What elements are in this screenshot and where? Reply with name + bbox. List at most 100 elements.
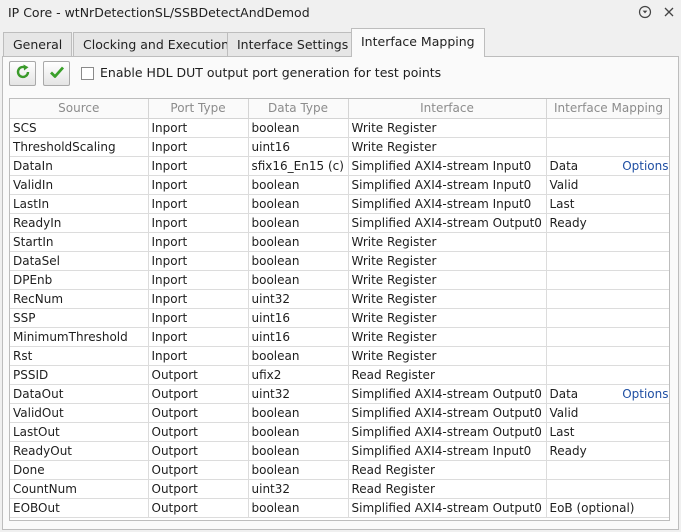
interface-cell[interactable]: Read Register xyxy=(348,365,547,385)
enable-test-points-checkbox[interactable] xyxy=(81,67,94,80)
table-row[interactable]: SSP Inport uint16 Write Register xyxy=(10,308,669,328)
interface-mapping-cell[interactable] xyxy=(546,479,669,499)
interface-cell[interactable]: Write Register xyxy=(348,251,547,271)
source-cell-text: CountNum xyxy=(13,481,77,496)
column-header-interface-mapping: Interface Mapping xyxy=(546,99,669,119)
source-cell-text: Done xyxy=(13,462,45,477)
data-type-cell: uint16 xyxy=(248,327,349,347)
tab-interface-mapping[interactable]: Interface Mapping xyxy=(351,28,485,57)
table-row[interactable]: Rst Inport boolean Write Register xyxy=(10,346,669,366)
table-row[interactable]: PSSID Outport ufix2 Read Register xyxy=(10,365,669,385)
table-row[interactable]: RecNum Inport uint32 Write Register xyxy=(10,289,669,309)
table-row[interactable]: DataSel Inport boolean Write Register xyxy=(10,251,669,271)
interface-mapping-cell[interactable] xyxy=(546,365,669,385)
interface-mapping-cell[interactable] xyxy=(546,460,669,480)
table-row[interactable]: CountNum Outport uint32 Read Register xyxy=(10,479,669,499)
interface-mapping-cell[interactable] xyxy=(546,327,669,347)
table-row[interactable]: LastIn Inport boolean Simplified AXI4-strea… xyxy=(10,194,669,214)
interface-cell[interactable]: Write Register xyxy=(348,118,547,138)
interface-cell[interactable]: Write Register xyxy=(348,346,547,366)
interface-cell-text: Simplified AXI4-stream Input0 xyxy=(351,443,532,458)
source-cell: ValidOut xyxy=(10,403,149,423)
options-link[interactable]: Options xyxy=(622,159,668,173)
interface-cell-text: Write Register xyxy=(351,272,437,287)
interface-mapping-cell[interactable] xyxy=(546,346,669,366)
interface-cell[interactable]: Read Register xyxy=(348,460,547,480)
interface-cell[interactable]: Simplified AXI4-stream Input0 xyxy=(348,441,547,461)
interface-mapping-cell[interactable]: Data Options xyxy=(546,156,669,176)
source-cell-text: DPEnb xyxy=(13,272,53,287)
table-row[interactable]: EOBOut Outport boolean Simplified AXI4-stre… xyxy=(10,498,669,518)
tab-interface-settings[interactable]: Interface Settings xyxy=(227,32,359,57)
interface-cell[interactable]: Write Register xyxy=(348,137,547,157)
interface-mapping-cell[interactable]: Data Options xyxy=(546,384,669,404)
table-row[interactable]: DataOut Outport uint32 Simplified AXI4-stre… xyxy=(10,384,669,404)
port-type-cell-text: Inport xyxy=(151,253,188,268)
interface-mapping-cell[interactable] xyxy=(546,232,669,252)
checkmark-icon xyxy=(48,63,66,84)
interface-mapping-cell[interactable]: Valid xyxy=(546,175,669,195)
interface-mapping-cell[interactable] xyxy=(546,270,669,290)
interface-cell-text: Simplified AXI4-stream Input0 xyxy=(351,196,532,211)
table-row[interactable]: DPEnb Inport boolean Write Register xyxy=(10,270,669,290)
table-row[interactable]: StartIn Inport boolean Write Register xyxy=(10,232,669,252)
tab-general[interactable]: General xyxy=(3,32,73,57)
data-type-cell-text: boolean xyxy=(251,443,300,458)
interface-mapping-cell[interactable] xyxy=(546,137,669,157)
interface-cell[interactable]: Write Register xyxy=(348,308,547,328)
interface-cell[interactable]: Simplified AXI4-stream Output0 xyxy=(348,384,547,404)
interface-mapping-cell[interactable] xyxy=(546,308,669,328)
source-cell-text: LastIn xyxy=(13,196,50,211)
table-row[interactable]: Done Outport boolean Read Register xyxy=(10,460,669,480)
interface-cell[interactable]: Simplified AXI4-stream Output0 xyxy=(348,213,547,233)
interface-cell[interactable]: Write Register xyxy=(348,327,547,347)
interface-cell[interactable]: Simplified AXI4-stream Input0 xyxy=(348,156,547,176)
data-type-cell: uint16 xyxy=(248,308,349,328)
interface-mapping-cell[interactable]: Last xyxy=(546,422,669,442)
interface-cell[interactable]: Simplified AXI4-stream Output0 xyxy=(348,403,547,423)
source-cell-text: LastOut xyxy=(13,424,60,439)
port-type-cell-text: Inport xyxy=(151,139,188,154)
close-icon[interactable] xyxy=(660,3,678,21)
interface-mapping-cell[interactable] xyxy=(546,289,669,309)
tab-clocking-and-execution[interactable]: Clocking and Execution xyxy=(73,32,240,57)
interface-cell[interactable]: Simplified AXI4-stream Input0 xyxy=(348,194,547,214)
interface-cell[interactable]: Write Register xyxy=(348,289,547,309)
interface-cell[interactable]: Simplified AXI4-stream Output0 xyxy=(348,498,547,518)
table-row[interactable]: MinimumThreshold Inport uint16 Write Regist… xyxy=(10,327,669,347)
interface-cell[interactable]: Simplified AXI4-stream Input0 xyxy=(348,175,547,195)
source-cell: PSSID xyxy=(10,365,149,385)
source-cell: SCS xyxy=(10,118,149,138)
table-body: SCS Inport boolean Write Register ThresholdS… xyxy=(10,118,669,518)
table-row[interactable]: DataIn Inport sfix16_En15 (c) Simplified AX… xyxy=(10,156,669,176)
data-type-cell: boolean xyxy=(248,270,349,290)
refresh-button[interactable] xyxy=(9,61,36,86)
interface-cell[interactable]: Simplified AXI4-stream Output0 xyxy=(348,422,547,442)
interface-mapping-cell[interactable]: Ready xyxy=(546,441,669,461)
data-type-cell-text: boolean xyxy=(251,424,300,439)
interface-cell[interactable]: Write Register xyxy=(348,270,547,290)
interface-mapping-cell[interactable] xyxy=(546,251,669,271)
interface-mapping-cell[interactable]: Valid xyxy=(546,403,669,423)
table-row[interactable]: ThresholdScaling Inport uint16 Write Regist… xyxy=(10,137,669,157)
options-link[interactable]: Options xyxy=(622,387,668,401)
table-row[interactable]: ValidOut Outport boolean Simplified AXI4-st… xyxy=(10,403,669,423)
source-cell-text: ValidIn xyxy=(13,177,54,192)
table-row[interactable]: SCS Inport boolean Write Register xyxy=(10,118,669,138)
interface-cell[interactable]: Read Register xyxy=(348,479,547,499)
data-type-cell-text: boolean xyxy=(251,462,300,477)
source-cell: StartIn xyxy=(10,232,149,252)
table-row[interactable]: ReadyIn Inport boolean Simplified AXI4-stre… xyxy=(10,213,669,233)
help-circle-icon[interactable] xyxy=(636,3,654,21)
interface-cell-text: Simplified AXI4-stream Output0 xyxy=(351,405,542,420)
validate-button[interactable] xyxy=(43,61,70,86)
table-row[interactable]: LastOut Outport boolean Simplified AXI4-str… xyxy=(10,422,669,442)
interface-mapping-cell[interactable]: Ready xyxy=(546,213,669,233)
interface-cell[interactable]: Write Register xyxy=(348,232,547,252)
table-row[interactable]: ValidIn Inport boolean Simplified AXI4-stre… xyxy=(10,175,669,195)
source-cell: ThresholdScaling xyxy=(10,137,149,157)
interface-mapping-cell[interactable]: EoB (optional) xyxy=(546,498,669,518)
interface-mapping-cell[interactable] xyxy=(546,118,669,138)
interface-mapping-cell[interactable]: Last xyxy=(546,194,669,214)
table-row[interactable]: ReadyOut Outport boolean Simplified AXI4-st… xyxy=(10,441,669,461)
